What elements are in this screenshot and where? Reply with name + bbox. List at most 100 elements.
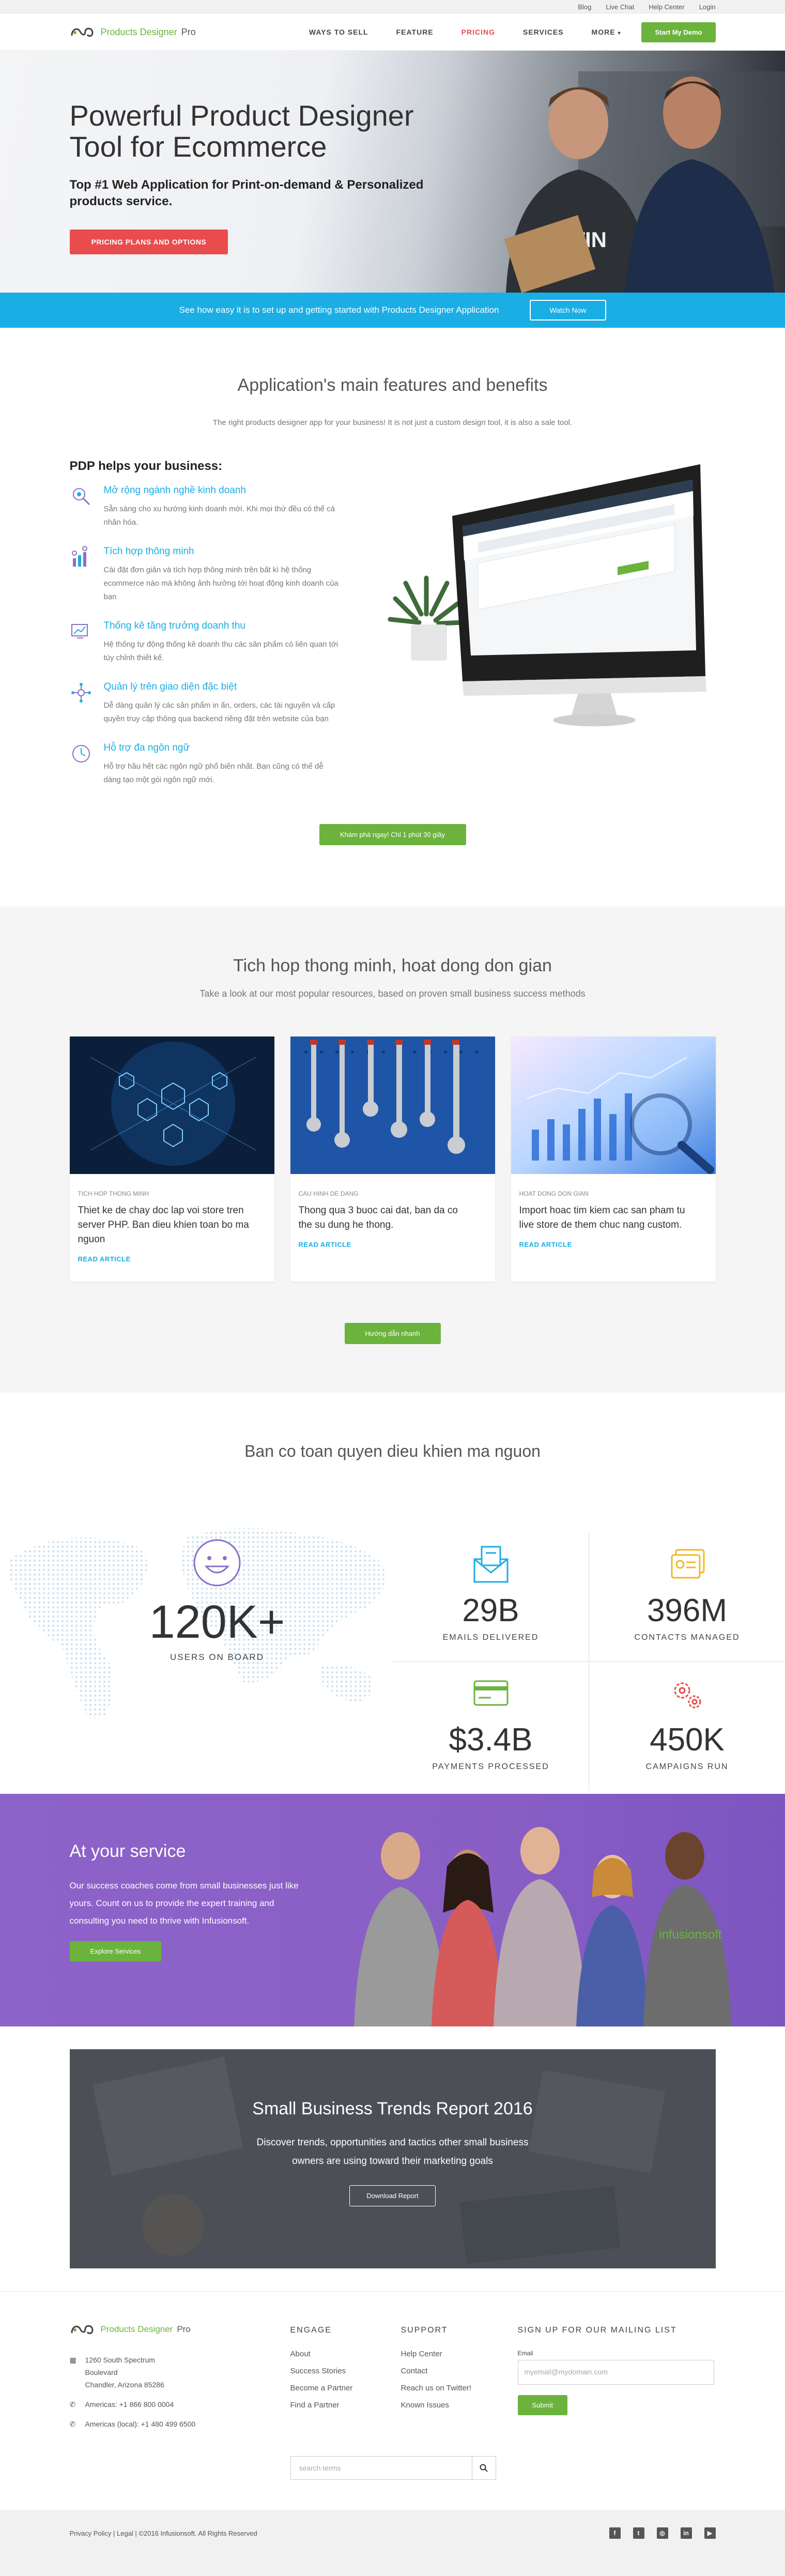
- nav-item-ways-to-sell[interactable]: WAYS TO SELL: [309, 28, 368, 36]
- feature-title[interactable]: Quản lý trên giao diện đặc biệt: [104, 681, 342, 693]
- email-input[interactable]: myemail@mydomain.com: [517, 2360, 714, 2385]
- stat-value: $3.4B: [449, 1722, 533, 1758]
- article-card[interactable]: TICH HOP THONG MINH Thiet ke de chay doc…: [69, 1037, 274, 1282]
- nav-item-feature[interactable]: FEATURE: [396, 28, 434, 36]
- features-heading: PDP helps your business:: [69, 459, 223, 473]
- feature-title[interactable]: Mở rộng ngành nghề kinh doanh: [104, 485, 342, 496]
- util-link-login[interactable]: Login: [699, 3, 716, 11]
- address-line: Boulevard: [85, 2368, 118, 2376]
- util-link-live-chat[interactable]: Live Chat: [606, 3, 634, 11]
- footer-link-twitter[interactable]: Reach us on Twitter!: [401, 2384, 512, 2392]
- footer-link-about[interactable]: About: [290, 2350, 401, 2358]
- youtube-icon[interactable]: ▶: [704, 2527, 716, 2539]
- service-text: At your service Our success coaches come…: [69, 1841, 313, 1961]
- building-icon: ▦: [69, 2356, 76, 2364]
- footer-logo[interactable]: Products Designer Pro: [70, 2323, 290, 2336]
- footer-link-contact[interactable]: Contact: [401, 2367, 512, 2375]
- service-title: At your service: [69, 1841, 186, 1861]
- network-hexagon-image: [69, 1037, 274, 1174]
- explore-now-button[interactable]: Khám phá ngay! Chỉ 1 phút 30 giây: [319, 824, 466, 845]
- submit-button[interactable]: Submit: [517, 2395, 567, 2415]
- phone-number[interactable]: Americas (local): +1 480 499 6500: [85, 2418, 196, 2430]
- card-title[interactable]: Thong qua 3 buoc cai dat, ban da co the …: [299, 1203, 474, 1232]
- monitor-illustration: [338, 459, 716, 803]
- logo-mark-icon: [71, 27, 94, 37]
- feature-title[interactable]: Thống kê tăng trưởng doanh thu: [104, 620, 342, 632]
- twitter-icon[interactable]: t: [633, 2527, 644, 2539]
- article-card[interactable]: CAU HINH DE DANG Thong qua 3 buoc cai da…: [290, 1037, 495, 1282]
- feature-text: Sẵn sàng cho xu hướng kinh doanh mới. Kh…: [103, 505, 335, 527]
- util-link-blog[interactable]: Blog: [578, 3, 591, 11]
- brand-logo[interactable]: Products Designer Pro: [70, 25, 196, 39]
- trends-banner: Small Business Trends Report 2016 Discov…: [69, 2049, 716, 2268]
- shirt-brand-text: infusionsoft: [659, 1928, 722, 1942]
- magnifier-chart-image: [511, 1037, 716, 1174]
- nav-item-more[interactable]: MORE ▾: [592, 28, 621, 36]
- smiley-icon: [193, 1539, 241, 1587]
- footer-link-known-issues[interactable]: Known Issues: [401, 2401, 512, 2410]
- clock-icon: [72, 745, 90, 763]
- search-button[interactable]: [471, 2457, 496, 2479]
- read-article-link[interactable]: READ ARTICLE: [299, 1241, 487, 1248]
- watch-now-button[interactable]: Watch Now: [530, 300, 606, 321]
- card-category: HOAT DONG DON GIAN: [519, 1190, 589, 1197]
- explore-services-button[interactable]: Explore Services: [69, 1941, 162, 1961]
- stat-label: PAYMENTS PROCESSED: [432, 1762, 549, 1771]
- feature-item: Thống kê tăng trưởng doanh thu Hệ thống t…: [70, 620, 338, 665]
- search-input[interactable]: search terms: [291, 2464, 472, 2472]
- pricing-plans-button[interactable]: PRICING PLANS AND OPTIONS: [69, 230, 228, 254]
- nav-item-pricing[interactable]: PRICING: [461, 28, 495, 36]
- team-photo: infusionsoft: [353, 1827, 731, 2026]
- address: ▦ 1260 South Spectrum Boulevard Chandler, …: [70, 2354, 290, 2391]
- users-value: 120K+: [149, 1596, 285, 1648]
- facebook-icon[interactable]: f: [609, 2527, 621, 2539]
- wrenches-image: [290, 1037, 495, 1174]
- footer-link-help-center[interactable]: Help Center: [401, 2350, 512, 2358]
- read-article-link[interactable]: READ ARTICLE: [519, 1241, 707, 1248]
- stats-title: Ban co toan quyen dieu khien ma nguon: [244, 1442, 541, 1460]
- feature-title[interactable]: Hỗ trợ đa ngôn ngữ: [104, 742, 342, 754]
- nav-item-services[interactable]: SERVICES: [523, 28, 564, 36]
- footer-contact: Products Designer Pro ▦ 1260 South Spect…: [70, 2323, 290, 2437]
- phone-row: ✆ Americas: +1 866 800 0004: [70, 2398, 290, 2411]
- brand-suffix: Pro: [177, 2324, 191, 2334]
- quick-guide-button[interactable]: Hướng dẫn nhanh: [344, 1323, 441, 1344]
- features-lead: The right products designer app for your…: [212, 418, 573, 427]
- card-title[interactable]: Thiet ke de chay doc lap voi store tren …: [78, 1203, 254, 1247]
- stat-contacts: 396M CONTACTS MANAGED: [589, 1532, 785, 1662]
- service-description: Our success coaches come from small busi…: [69, 1881, 299, 1926]
- footer-link-find-partner[interactable]: Find a Partner: [290, 2401, 401, 2410]
- features-section: Application's main features and benefits…: [0, 328, 785, 907]
- card-title[interactable]: Import hoac tim kiem cac san pham tu liv…: [519, 1203, 695, 1232]
- main-nav: Products Designer Pro WAYS TO SELL FEATU…: [0, 13, 785, 51]
- address-line: Chandler, Arizona 85286: [85, 2381, 164, 2389]
- instagram-icon[interactable]: ◎: [656, 2527, 668, 2539]
- util-link-help-center[interactable]: Help Center: [649, 3, 684, 11]
- feature-title[interactable]: Tích hợp thông minh: [104, 546, 342, 557]
- download-report-button[interactable]: Download Report: [349, 2185, 436, 2206]
- article-card[interactable]: HOAT DONG DON GIAN Import hoac tim kiem …: [511, 1037, 716, 1282]
- phone-number[interactable]: Americas: +1 866 800 0004: [85, 2398, 174, 2411]
- network-icon: [71, 683, 91, 703]
- footer: Products Designer Pro ▦ 1260 South Spect…: [0, 2291, 785, 2510]
- start-demo-button[interactable]: Start My Demo: [641, 22, 716, 42]
- stats-section: Ban co toan quyen dieu khien ma nguon 12…: [0, 1393, 785, 1794]
- users-label: USERS ON BOARD: [170, 1652, 264, 1662]
- stat-emails: 29B EMAILS DELIVERED: [393, 1532, 589, 1662]
- growth-chart-icon: [71, 624, 88, 638]
- footer-link-success-stories[interactable]: Success Stories: [290, 2367, 401, 2375]
- social-links: f t ◎ in ▶: [609, 2527, 716, 2539]
- footer-support: SUPPORT Help Center Contact Reach us on …: [401, 2323, 512, 2437]
- hero-subtitle: Top #1 Web Application for Print-on-dema…: [69, 178, 424, 208]
- gears-icon: [674, 1682, 701, 1709]
- stat-value: 29B: [462, 1593, 519, 1628]
- read-article-link[interactable]: READ ARTICLE: [78, 1255, 266, 1263]
- footer-search: search terms: [290, 2456, 496, 2480]
- feature-text: Cài đặt đơn giản và tích hợp thông minh …: [103, 566, 338, 601]
- mailing-list: SIGN UP FOR OUR MAILING LIST Email myema…: [517, 2323, 714, 2437]
- footer-engage: ENGAGE About Success Stories Become a Pa…: [290, 2323, 401, 2437]
- linkedin-icon[interactable]: in: [680, 2527, 692, 2539]
- feature-text: Dễ dàng quản lý các sản phẩm in ấn, orde…: [103, 701, 335, 723]
- footer-link-become-partner[interactable]: Become a Partner: [290, 2384, 401, 2392]
- service-section: At your service Our success coaches come…: [0, 1794, 785, 2026]
